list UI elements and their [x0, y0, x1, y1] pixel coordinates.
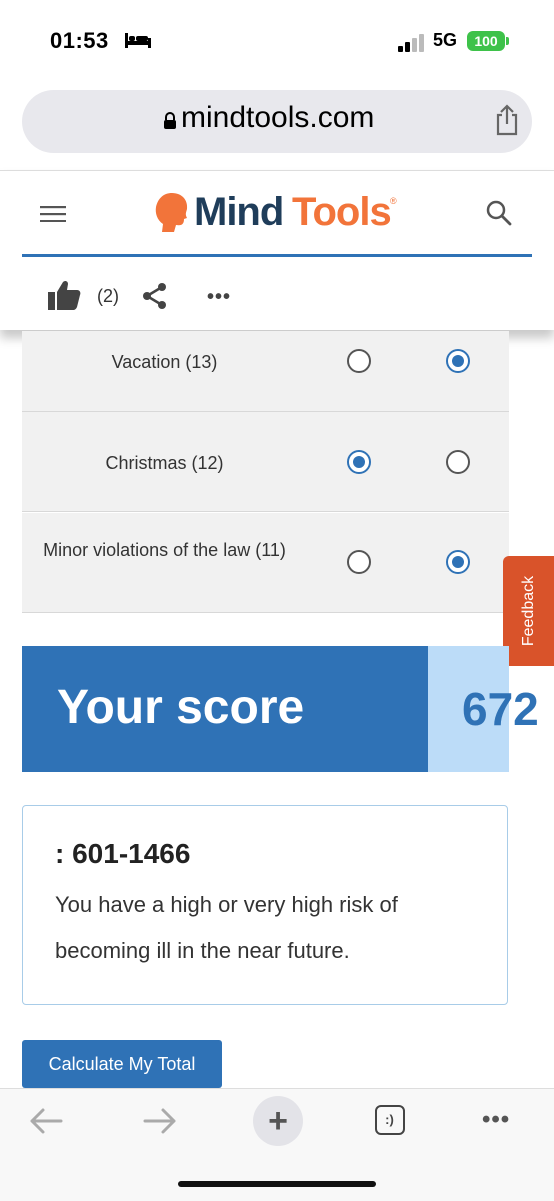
back-arrow-icon[interactable]: [28, 1106, 64, 1136]
event-label: Christmas (12): [105, 453, 224, 473]
score-value: 672: [462, 683, 539, 735]
menu-more-icon[interactable]: •••: [482, 1106, 510, 1134]
result-text: You have a high or very high risk of bec…: [55, 892, 398, 963]
logo-tools-text[interactable]: Tools: [292, 190, 392, 235]
status-time: 01:53: [50, 28, 109, 53]
calculate-total-button[interactable]: Calculate My Total: [22, 1040, 222, 1088]
result-range: : 601-1466: [55, 838, 191, 869]
radio-option-2[interactable]: [446, 349, 470, 373]
event-label: Minor violations of the law (11): [43, 540, 286, 560]
more-options-icon[interactable]: •••: [207, 286, 231, 309]
radio-option-2[interactable]: [446, 550, 470, 574]
share-network-icon[interactable]: [140, 281, 170, 311]
radio-option-1[interactable]: [347, 450, 371, 474]
header-accent-rule: [22, 254, 532, 257]
thumbs-up-icon[interactable]: [47, 279, 81, 311]
search-icon[interactable]: [485, 199, 513, 227]
logo-head-icon: [155, 193, 188, 232]
bed-icon: [125, 33, 151, 48]
battery-tip: [506, 37, 509, 45]
radio-option-2[interactable]: [446, 450, 470, 474]
radio-option-1[interactable]: [347, 349, 371, 373]
hamburger-icon[interactable]: [40, 206, 68, 222]
tabs-icon: :): [385, 1112, 394, 1127]
forward-arrow-icon[interactable]: [142, 1106, 178, 1136]
new-tab-button[interactable]: +: [253, 1096, 303, 1146]
header-top-divider: [0, 170, 554, 171]
radio-option-1[interactable]: [347, 550, 371, 574]
network-type: 5G: [433, 30, 458, 50]
tabs-button[interactable]: :): [375, 1105, 405, 1135]
signal-icon: [398, 34, 424, 52]
share-icon[interactable]: [494, 104, 520, 136]
event-label: Vacation (13): [111, 352, 218, 372]
logo-mind-text[interactable]: Mind: [194, 190, 284, 235]
lock-icon: [164, 112, 176, 129]
battery-indicator: 100: [467, 31, 505, 51]
logo-registered-mark: ®: [390, 196, 397, 206]
url-text[interactable]: mindtools.com: [181, 101, 374, 135]
plus-icon: +: [268, 1102, 288, 1140]
score-label: Your score: [57, 681, 305, 734]
like-count: (2): [97, 286, 119, 306]
home-indicator: [178, 1181, 376, 1187]
feedback-label[interactable]: Feedback: [503, 556, 554, 666]
